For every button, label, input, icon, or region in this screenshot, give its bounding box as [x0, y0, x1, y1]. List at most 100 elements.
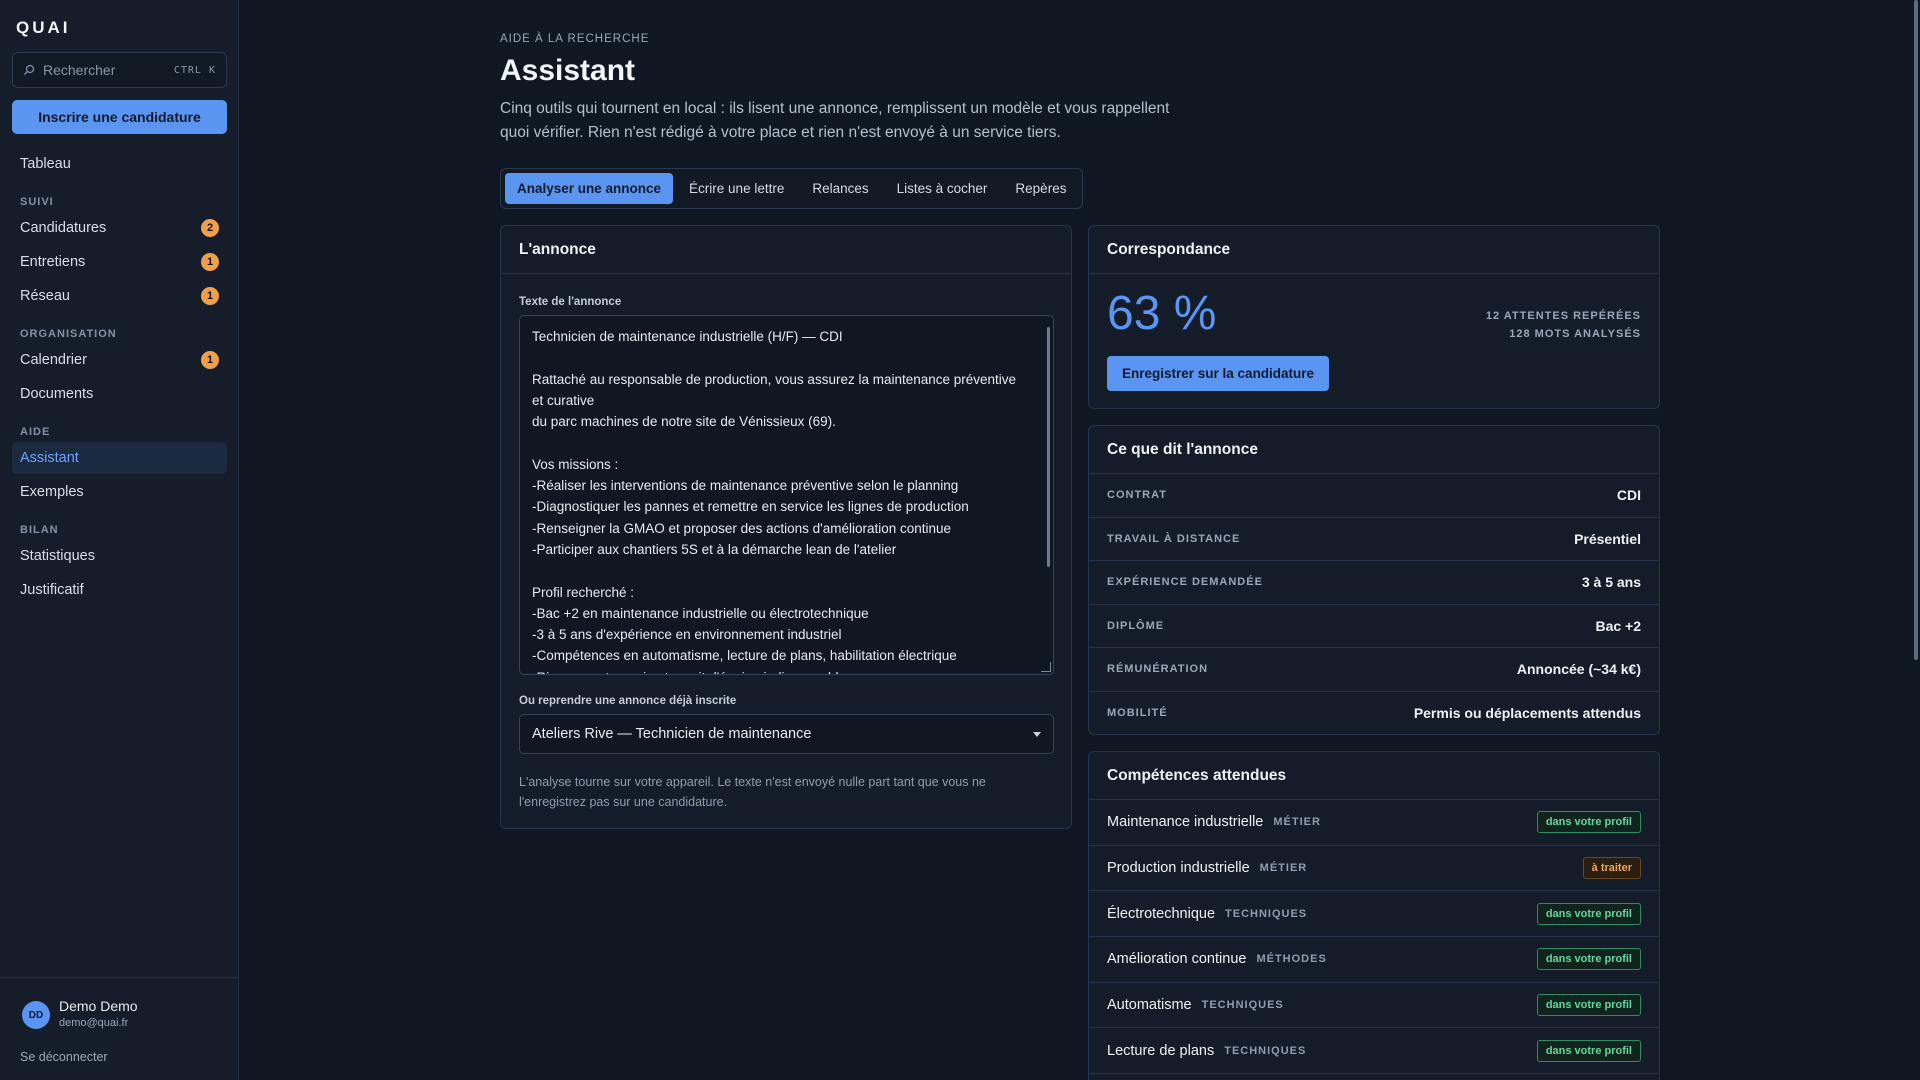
add-candidature-button[interactable]: Inscrire une candidature — [12, 100, 227, 134]
sidebar: QUAI CTRL K Inscrire une candidature Tab… — [0, 0, 239, 1080]
search-input[interactable] — [43, 62, 173, 78]
meta-mots: 128 MOTS ANALYSÉS — [1509, 328, 1641, 340]
select-value: Ateliers Rive — Technicien de maintenanc… — [532, 726, 812, 742]
summary-row: DIPLÔME Bac +2 — [1089, 605, 1659, 648]
sidebar-section-title: SUIVI — [20, 196, 54, 208]
summary-value: Permis ou déplacements attendus — [1413, 705, 1641, 722]
match-score: 63 % — [1107, 287, 1217, 340]
page-description: Cinq outils qui tournent en local : ils … — [500, 100, 1170, 141]
textarea-scrollbar[interactable] — [1047, 327, 1050, 567]
sidebar-item-label: Candidatures — [20, 220, 107, 236]
skill-name: Amélioration continue — [1107, 951, 1247, 968]
field-label: Texte de l'annonce — [519, 296, 622, 308]
sidebar-item-assistant[interactable]: Assistant — [12, 442, 227, 474]
sidebar-item-documents[interactable]: Documents — [12, 378, 227, 410]
skill-row: Lecture de plans TECHNIQUES dans votre p… — [1089, 1028, 1659, 1075]
sidebar-item-exemples[interactable]: Exemples — [12, 476, 227, 508]
sidebar-item-label: Justificatif — [20, 582, 84, 598]
sidebar-item-calendrier[interactable]: Calendrier 1 — [12, 344, 227, 376]
summary-value: Présentiel — [1574, 530, 1641, 547]
summary-value: Bac +2 — [1595, 617, 1641, 634]
tab-relances[interactable]: Relances — [800, 173, 880, 204]
sidebar-item-tableau[interactable]: Tableau — [12, 148, 227, 180]
sidebar-section-title: BILAN — [20, 524, 59, 536]
summary-key: CONTRAT — [1107, 489, 1167, 502]
card-title: Compétences attendues — [1089, 752, 1659, 800]
summary-row: TRAVAIL À DISTANCE Présentiel — [1089, 518, 1659, 561]
summary-value: 3 à 5 ans — [1581, 574, 1641, 591]
skill-row: Maintenance industrielle MÉTIER dans vot… — [1089, 800, 1659, 846]
card-title: Correspondance — [1089, 226, 1659, 274]
count-badge: 1 — [201, 287, 219, 305]
skill-row: Production industrielle MÉTIER à traiter — [1089, 846, 1659, 892]
sidebar-item-label: Documents — [20, 386, 94, 402]
card-title: Ce que dit l'annonce — [1089, 426, 1659, 474]
sidebar-item-label: Calendrier — [20, 352, 87, 368]
sidebar-item-label: Tableau — [20, 156, 71, 172]
status-badge: à traiter — [1582, 857, 1641, 880]
analysis-meta: 12 ATTENTES REPÉRÉES 128 MOTS ANALYSÉS — [1486, 307, 1641, 343]
summary-key: TRAVAIL À DISTANCE — [1107, 532, 1241, 545]
save-to-candidature-button[interactable]: Enregistrer sur la candidature — [1107, 356, 1330, 391]
card-title: L'annonce — [501, 226, 1071, 274]
correspondance-card: Correspondance 63 % 12 ATTENTES REPÉRÉES… — [1088, 225, 1660, 409]
summary-key: RÉMUNÉRATION — [1107, 663, 1209, 676]
skill-category: TECHNIQUES — [1225, 907, 1308, 920]
sidebar-item-justificatif[interactable]: Justificatif — [12, 574, 227, 606]
skill-category: MÉTIER — [1259, 862, 1308, 875]
status-badge: dans votre profil — [1536, 902, 1641, 925]
avatar[interactable]: DD — [22, 1001, 50, 1029]
tab-lettre[interactable]: Écrire une lettre — [677, 173, 796, 204]
sidebar-item-label: Assistant — [20, 450, 79, 466]
skill-name: Lecture de plans — [1107, 1042, 1215, 1059]
tab-analyser[interactable]: Analyser une annonce — [505, 173, 674, 204]
tab-reperes[interactable]: Repères — [1003, 173, 1078, 204]
skill-name: Automatisme — [1107, 997, 1192, 1014]
sidebar-section-title: AIDE — [20, 426, 51, 438]
sidebar-item-candidatures[interactable]: Candidatures 2 — [12, 212, 227, 244]
chevron-down-icon — [1033, 731, 1041, 737]
page-scrollbar[interactable] — [1914, 0, 1918, 660]
sidebar-item-label: Entretiens — [20, 254, 86, 270]
skill-name: Électrotechnique — [1107, 905, 1216, 922]
sidebar-nav: Tableau SUIVI Candidatures 2 Entretiens … — [12, 148, 227, 608]
summary-value: Annoncée (~34 k€) — [1516, 661, 1641, 678]
tab-listes[interactable]: Listes à cocher — [885, 173, 1000, 204]
sidebar-item-label: Réseau — [20, 288, 70, 304]
status-badge: dans votre profil — [1536, 994, 1641, 1017]
resize-handle-icon[interactable] — [1041, 662, 1051, 672]
skill-name: Maintenance industrielle — [1107, 814, 1264, 831]
search-box[interactable]: CTRL K — [12, 52, 227, 88]
count-badge: 1 — [201, 253, 219, 271]
summary-row: EXPÉRIENCE DEMANDÉE 3 à 5 ans — [1089, 561, 1659, 605]
meta-attentes: 12 ATTENTES REPÉRÉES — [1485, 310, 1641, 322]
logout-link[interactable]: Se déconnecter — [20, 1050, 108, 1064]
sidebar-item-label: Statistiques — [20, 548, 95, 564]
sidebar-item-entretiens[interactable]: Entretiens 1 — [12, 246, 227, 278]
brand-logo[interactable]: QUAI — [16, 18, 71, 38]
skill-name: Production industrielle — [1107, 860, 1250, 877]
user-email: demo@quai.fr — [59, 1017, 129, 1029]
competences-card: Compétences attendues Maintenance indust… — [1088, 751, 1660, 1080]
user-name: Demo Demo — [59, 998, 138, 1014]
page-title: Assistant — [500, 54, 636, 87]
skill-category: TECHNIQUES — [1201, 999, 1284, 1012]
skill-row: Électrotechnique TECHNIQUES dans votre p… — [1089, 891, 1659, 938]
status-badge: dans votre profil — [1536, 948, 1641, 971]
skill-category: MÉTIER — [1273, 816, 1321, 829]
summary-key: MOBILITÉ — [1107, 707, 1168, 720]
sidebar-item-statistiques[interactable]: Statistiques — [12, 540, 227, 572]
annonce-card: L'annonce Texte de l'annonce Technicien … — [500, 225, 1072, 829]
summary-row: RÉMUNÉRATION Annoncée (~34 k€) — [1089, 648, 1659, 692]
search-icon — [23, 63, 37, 77]
annonce-select[interactable]: Ateliers Rive — Technicien de maintenanc… — [519, 714, 1054, 754]
sidebar-item-label: Exemples — [20, 484, 84, 500]
summary-row: CONTRAT CDI — [1089, 474, 1659, 518]
annonce-textarea[interactable]: Technicien de maintenance industrielle (… — [519, 315, 1054, 675]
page-eyebrow: AIDE À LA RECHERCHE — [500, 33, 650, 45]
summary-value: CDI — [1616, 487, 1641, 504]
annonce-text: Technicien de maintenance industrielle (… — [532, 329, 1017, 674]
status-badge: dans votre profil — [1536, 811, 1641, 834]
privacy-note: L'analyse tourne sur votre appareil. Le … — [519, 775, 986, 809]
sidebar-item-reseau[interactable]: Réseau 1 — [12, 280, 227, 312]
